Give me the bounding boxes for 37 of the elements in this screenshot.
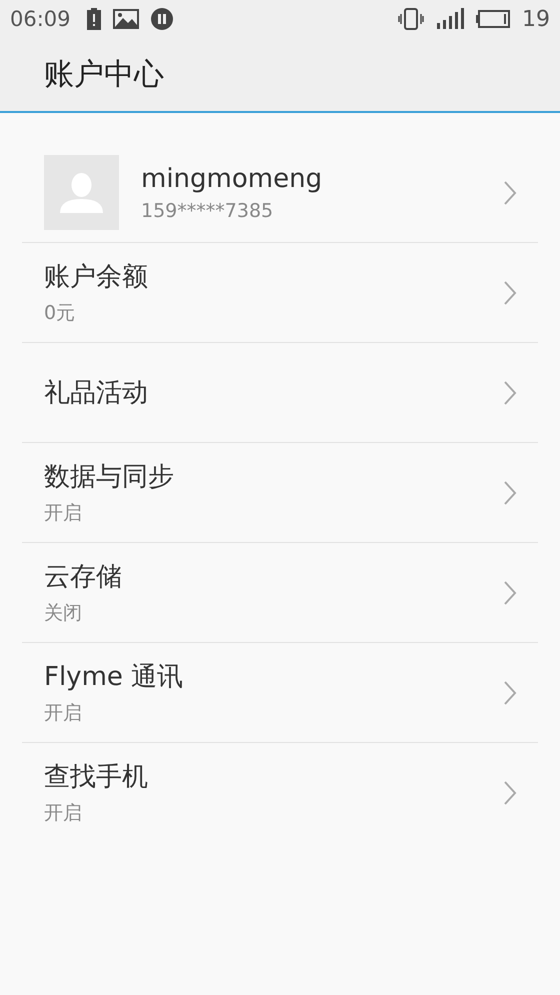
settings-item[interactable]: Flyme 通讯 开启 (22, 643, 538, 743)
phone-number: 159*****7385 (141, 200, 274, 222)
avatar-icon (44, 155, 119, 230)
item-value: 开启 (44, 801, 83, 826)
item-label: 账户余额 (44, 261, 149, 294)
status-time: 06:09 (10, 7, 71, 31)
item-value: 开启 (44, 501, 83, 526)
item-label: 礼品活动 (44, 377, 149, 410)
settings-item[interactable]: 数据与同步 开启 (22, 443, 538, 543)
item-value: 关闭 (44, 601, 83, 626)
item-label: 查找手机 (44, 761, 149, 794)
settings-item[interactable]: 账户余额 0元 (22, 243, 538, 343)
chevron-icon (502, 280, 518, 306)
battery-alert-icon (86, 8, 101, 30)
item-label: 云存储 (44, 561, 123, 594)
signal-icon (436, 8, 464, 30)
profile-row[interactable]: mingmomeng 159*****7385 (22, 143, 538, 243)
chevron-icon (502, 780, 518, 806)
battery-level: 19 (522, 6, 550, 32)
image-icon (112, 9, 139, 29)
settings-item[interactable]: 云存储 关闭 (22, 543, 538, 643)
page-title: 账户中心 (43, 56, 165, 94)
pause-icon (150, 8, 173, 30)
user-name: mingmomeng (141, 164, 324, 194)
chevron-icon (502, 480, 518, 506)
settings-item[interactable]: 查找手机 开启 (22, 743, 538, 842)
chevron-icon (502, 580, 518, 606)
item-label: Flyme 通讯 (44, 661, 184, 694)
item-label: 数据与同步 (44, 461, 175, 494)
item-value: 开启 (44, 701, 83, 726)
chevron-icon (502, 680, 518, 706)
battery-icon (476, 10, 510, 28)
vibrate-icon (398, 8, 424, 30)
item-value: 0元 (44, 301, 76, 326)
chevron-icon (502, 380, 518, 406)
chevron-icon (502, 180, 518, 206)
settings-item[interactable]: 礼品活动 (22, 343, 538, 443)
